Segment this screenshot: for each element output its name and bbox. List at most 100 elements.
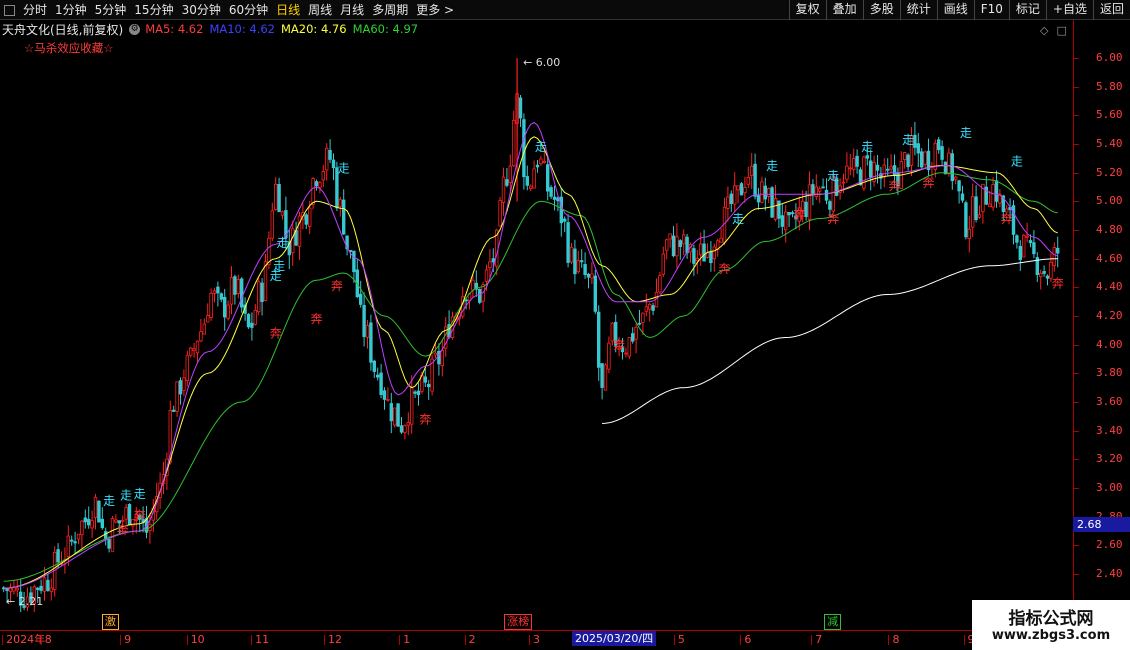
candle-body [988,203,992,207]
candle-body [382,390,387,400]
candle-body [593,275,597,312]
candle-body [658,275,662,293]
candle-body [307,207,312,227]
date-axis: 2024年8910111212356789 [0,630,1130,650]
period-tab-6[interactable]: 日线 [276,1,300,19]
price-tick: 4.40 [1074,280,1130,294]
window-menu-icon[interactable] [4,4,15,16]
period-tab-3[interactable]: 15分钟 [134,1,173,19]
candle-body [1028,240,1033,244]
candle-body [940,146,944,160]
candle-body [202,323,206,335]
candle-body [56,549,60,563]
candle-body [627,337,631,357]
candle-body [491,258,495,263]
candle-body [375,374,380,378]
candle-body [188,347,193,356]
candle-body [341,199,346,235]
toolbar-button-3[interactable]: 统计 [899,0,937,20]
date-tick: 1 [399,632,410,648]
run-signal: 奔 [1001,212,1013,226]
toolbar-button-7[interactable]: +自选 [1045,0,1093,20]
long-ma-line [602,258,1058,424]
candle-body [518,97,523,119]
toolbar-button-6[interactable]: 标记 [1008,0,1046,20]
current-price-tag: 2.68 [1073,517,1130,532]
toolbar-button-8[interactable]: 返回 [1092,0,1130,20]
candle-body [127,504,132,525]
date-tick-label: 2 [468,633,476,646]
candle-body [399,425,404,433]
candle-body [1022,234,1026,258]
price-axis: 6.00 5.80 5.60 5.40 5.20 5.00 4.80 4.60 4.40 4.20… [1073,20,1130,630]
candle-body [46,579,50,591]
candle-body [501,176,506,203]
candle-body [239,278,244,308]
period-tab-8[interactable]: 月线 [340,1,364,19]
price-tick: 3.20 [1074,452,1130,466]
candle-body [977,214,982,218]
price-tick-label: 6.00 [1096,51,1123,64]
low-price-label: ← 2.21 [6,595,43,608]
candle-body [719,237,723,243]
period-tab-1[interactable]: 1分钟 [55,1,87,19]
candle-body [76,533,81,540]
period-tab-0[interactable]: 分时 [23,1,47,19]
candle-body [229,277,234,305]
run-signal: 奔 [923,176,935,190]
candlestick-chart[interactable]: 走走走走走走走走走走走走走走走奔奔奔奔奔奔奔奔奔 奔奔 奔奔奔← 6.00← 2.2… [0,20,1073,612]
toolbar-button-4[interactable]: 画线 [936,0,974,20]
date-tick: 3 [528,632,540,648]
candle-body [110,517,115,552]
candle-body [280,211,285,216]
candle-body [392,407,397,426]
candle-body [36,587,40,590]
walk-signal: 走 [960,126,972,140]
date-tick-label: 6 [744,633,752,646]
candle-body [573,248,577,275]
walk-signal: 走 [1011,155,1023,169]
period-tab-2[interactable]: 5分钟 [95,1,127,19]
candle-body [304,214,308,225]
date-tick: 12 [324,632,342,648]
run-signal: 奔 [419,413,431,427]
walk-signal: 走 [277,236,289,250]
candle-body [1052,247,1056,266]
run-signal: 奔 [827,212,839,226]
toolbar-button-0[interactable]: 复权 [788,0,826,20]
candle-body [736,185,740,191]
candle-body [253,310,257,325]
candle-body [396,403,400,427]
price-tick-label: 5.00 [1096,194,1123,208]
candle-body [324,147,329,171]
candle-body [1025,235,1029,238]
period-tab-9[interactable]: 多周期 [372,1,408,19]
toolbar-button-1[interactable]: 叠加 [825,0,863,20]
price-tick: 4.20 [1074,309,1130,323]
candle-body [549,187,553,197]
candle-body [729,193,733,204]
candle-body [70,539,74,542]
candle-body [114,519,118,523]
candle-body [763,185,767,200]
candle-body [192,348,196,351]
candle-body [331,159,336,169]
candle-body [216,286,220,294]
walk-signal: 走 [732,212,744,226]
price-tick-label: 4.80 [1096,223,1123,236]
candle-body [814,186,818,197]
toolbar-button-5[interactable]: F10 [973,0,1009,20]
period-tab-10[interactable]: 更多 > [416,1,454,19]
candle-body [580,260,584,263]
candle-body [773,198,778,220]
candle-body [178,380,183,395]
period-tab-4[interactable]: 30分钟 [182,1,221,19]
period-tab-7[interactable]: 周线 [308,1,332,19]
candle-body [668,233,672,240]
candle-body [338,199,342,207]
candle-body [93,496,98,518]
period-tab-5[interactable]: 60分钟 [229,1,268,19]
bottom-marker: 减 [824,614,842,630]
toolbar-button-2[interactable]: 多股 [862,0,900,20]
price-tick-label: 2.40 [1096,567,1123,580]
